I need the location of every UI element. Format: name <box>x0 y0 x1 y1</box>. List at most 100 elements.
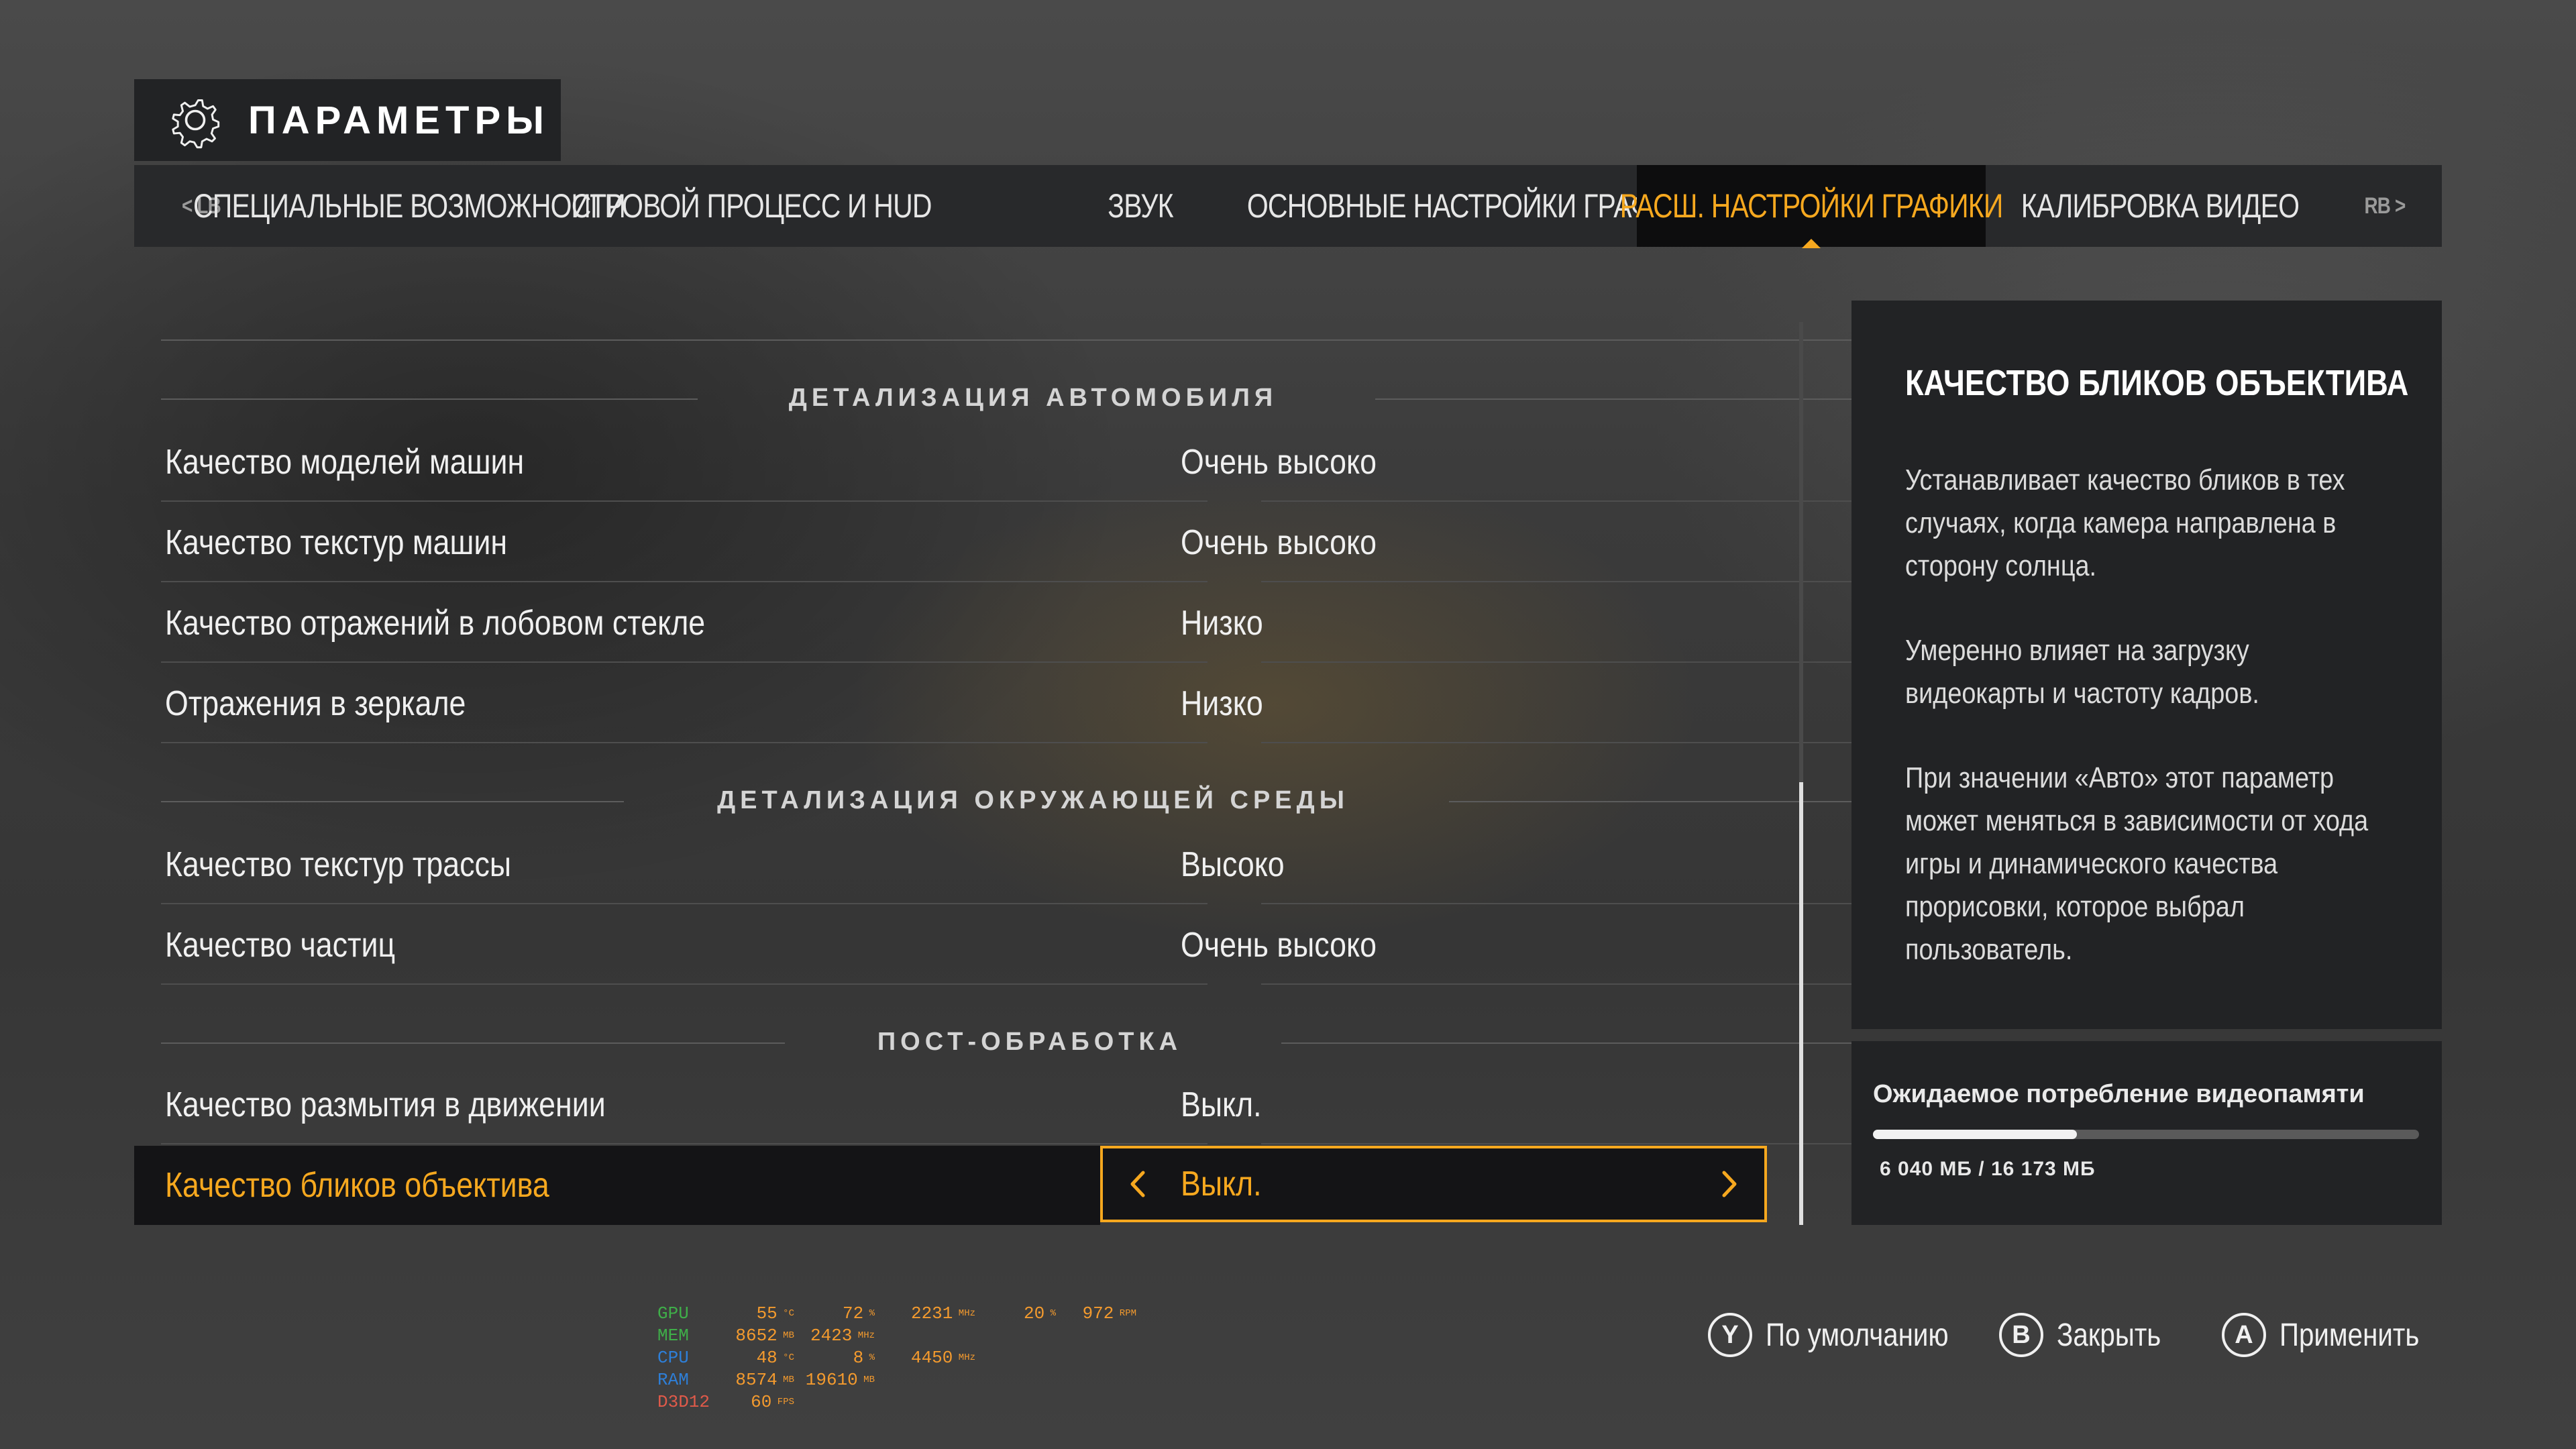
close-button-label: Закрыть <box>2057 1317 2161 1353</box>
overlay-value: 20 % <box>1023 1303 1056 1324</box>
setting-value: Низко <box>1181 604 1263 643</box>
setting-row-particle-quality[interactable]: Качество частиц Очень высоко <box>134 906 1880 985</box>
defaults-button[interactable]: Y По умолчанию <box>1708 1308 1984 1362</box>
tab-video-calibration[interactable]: КАЛИБРОВКА ВИДЕО <box>2021 165 2300 247</box>
overlay-row: RAM 8574 MB 19610 MB <box>657 1369 1136 1391</box>
overlay-row: MEM 8652 MB 2423 MHz <box>657 1325 1136 1347</box>
row-underline <box>1261 742 1880 743</box>
settings-list: ДЕТАЛИЗАЦИЯ АВТОМОБИЛЯ Качество моделей … <box>134 315 1880 1228</box>
overlay-value: 2231 MHz <box>910 1303 975 1324</box>
row-underline <box>161 983 1208 985</box>
selected-value: Выкл. <box>1181 1165 1262 1203</box>
setting-label: Качество моделей машин <box>165 443 525 482</box>
close-button[interactable]: B Закрыть <box>1999 1308 2181 1362</box>
setting-value: Высоко <box>1181 845 1285 884</box>
chevron-left-icon[interactable] <box>1123 1169 1154 1199</box>
tab-bar: < LB СПЕЦИАЛЬНЫЕ ВОЗМОЖНОСТИ ИГРОВОЙ ПРО… <box>134 165 2442 248</box>
chevron-right-icon[interactable] <box>1713 1169 1744 1199</box>
setting-value: Очень высоко <box>1181 443 1377 482</box>
overlay-key: CPU <box>657 1348 689 1368</box>
setting-label: Качество текстур машин <box>165 523 508 562</box>
row-underline <box>161 742 1208 743</box>
setting-label: Качество частиц <box>165 926 396 965</box>
scrollbar-thumb[interactable] <box>1799 782 1803 1225</box>
setting-label: Качество текстур трассы <box>165 845 512 884</box>
vram-usage-panel: Ожидаемое потребление видеопамяти 6 040 … <box>1851 1041 2442 1225</box>
setting-row-lens-flare-quality[interactable]: Качество бликов объектива <box>134 1146 1100 1225</box>
overlay-value: 2423 MHz <box>810 1326 875 1346</box>
setting-value: Очень высоко <box>1181 926 1377 965</box>
overlay-key: D3D12 <box>657 1392 710 1412</box>
vram-progress-fill <box>1873 1130 2077 1139</box>
setting-row-windshield-reflections[interactable]: Качество отражений в лобовом стекле Низк… <box>134 584 1880 663</box>
y-button-icon: Y <box>1708 1313 1752 1357</box>
row-underline <box>161 581 1208 582</box>
row-underline <box>161 500 1208 502</box>
row-underline <box>161 661 1208 663</box>
description-paragraph: При значении «Авто» этот параметр может … <box>1905 761 2369 966</box>
section-line <box>161 398 698 400</box>
b-button-icon: B <box>1999 1313 2043 1357</box>
setting-row-car-texture-quality[interactable]: Качество текстур машин Очень высоко <box>134 503 1880 582</box>
overlay-value: 4450 MHz <box>910 1348 975 1368</box>
section-line <box>1449 801 1878 802</box>
setting-row-motion-blur-quality[interactable]: Качество размытия в движении Выкл. <box>134 1065 1880 1144</box>
overlay-value: 8574 MB <box>735 1370 794 1390</box>
row-underline <box>1261 500 1880 502</box>
setting-value: Выкл. <box>1181 1085 1262 1124</box>
apply-button-label: Применить <box>2279 1317 2420 1353</box>
description-panel: КАЧЕСТВО БЛИКОВ ОБЪЕКТИВА Устанавливает … <box>1851 301 2442 1029</box>
next-tab-bumper[interactable]: RB > <box>2355 165 2415 247</box>
row-underline <box>1261 983 1880 985</box>
tab-advanced-graphics-label: РАСШ. НАСТРОЙКИ ГРАФИКИ <box>1619 187 2004 225</box>
gear-icon <box>172 99 220 149</box>
section-line <box>1281 1042 1878 1044</box>
section-line <box>161 801 624 802</box>
section-title-environment: ДЕТАЛИЗАЦИЯ ОКРУЖАЮЩЕЙ СРЕДЫ <box>717 786 1349 814</box>
description-paragraph: Умеренно влияет на загрузку видеокарты и… <box>1905 634 2259 710</box>
overlay-key: GPU <box>657 1303 689 1324</box>
performance-overlay: GPU 55 °C 72 % 2231 MHz 20 % 972 RPM MEM 8652 M… <box>657 1303 1136 1413</box>
row-underline <box>1261 1143 1880 1144</box>
vram-progress-bar <box>1873 1130 2419 1139</box>
overlay-value: 8652 MB <box>735 1326 794 1346</box>
overlay-value: 8 % <box>853 1348 875 1368</box>
vram-value: 6 040 МБ / 16 173 МБ <box>1880 1158 2096 1180</box>
section-title-post-processing: ПОСТ-ОБРАБОТКА <box>877 1028 1183 1056</box>
section-title-vehicle: ДЕТАЛИЗАЦИЯ АВТОМОБИЛЯ <box>788 384 1278 412</box>
defaults-button-label: По умолчанию <box>1766 1317 1949 1353</box>
setting-value: Низко <box>1181 684 1263 723</box>
divider <box>161 339 1878 341</box>
overlay-key: RAM <box>657 1370 689 1390</box>
settings-title-box: ПАРАМЕТРЫ <box>134 79 561 161</box>
setting-row-track-texture-quality[interactable]: Качество текстур трассы Высоко <box>134 825 1880 904</box>
tab-advanced-graphics[interactable]: РАСШ. НАСТРОЙКИ ГРАФИКИ <box>1620 165 2003 248</box>
setting-label: Качество размытия в движении <box>165 1085 606 1124</box>
lens-flare-value-selector[interactable]: Выкл. <box>1100 1146 1767 1222</box>
description-title: КАЧЕСТВО БЛИКОВ ОБЪЕКТИВА <box>1905 363 2409 403</box>
row-underline <box>161 903 1208 904</box>
row-underline <box>161 1143 1208 1144</box>
row-underline <box>1261 903 1880 904</box>
tab-sound[interactable]: ЗВУК <box>1096 165 1184 247</box>
setting-label: Отражения в зеркале <box>165 684 466 723</box>
overlay-value: 972 RPM <box>1082 1303 1136 1324</box>
setting-row-mirror-reflections[interactable]: Отражения в зеркале Низко <box>134 664 1880 743</box>
overlay-value: 72 % <box>842 1303 875 1324</box>
section-line <box>161 1042 785 1044</box>
tab-accessibility[interactable]: СПЕЦИАЛЬНЫЕ ВОЗМОЖНОСТИ <box>193 165 626 247</box>
overlay-value: 60 FPS <box>751 1392 794 1412</box>
overlay-value: 48 °C <box>756 1348 794 1368</box>
overlay-value: 55 °C <box>756 1303 794 1324</box>
setting-label: Качество отражений в лобовом стекле <box>165 604 706 643</box>
overlay-row: D3D12 60 FPS <box>657 1391 1136 1413</box>
page-title: ПАРАМЕТРЫ <box>248 98 549 142</box>
overlay-key: MEM <box>657 1326 689 1346</box>
setting-row-car-model-quality[interactable]: Качество моделей машин Очень высоко <box>134 423 1880 502</box>
apply-button[interactable]: A Применить <box>2222 1308 2446 1362</box>
row-underline <box>1261 661 1880 663</box>
tab-basic-graphics[interactable]: ОСНОВНЫЕ НАСТРОЙКИ ГРАФИКИ <box>1247 165 1705 247</box>
a-button-icon: A <box>2222 1313 2266 1357</box>
overlay-row: GPU 55 °C 72 % 2231 MHz 20 % 972 RPM <box>657 1303 1136 1325</box>
tab-gameplay-hud[interactable]: ИГРОВОЙ ПРОЦЕСС И HUD <box>571 165 932 247</box>
